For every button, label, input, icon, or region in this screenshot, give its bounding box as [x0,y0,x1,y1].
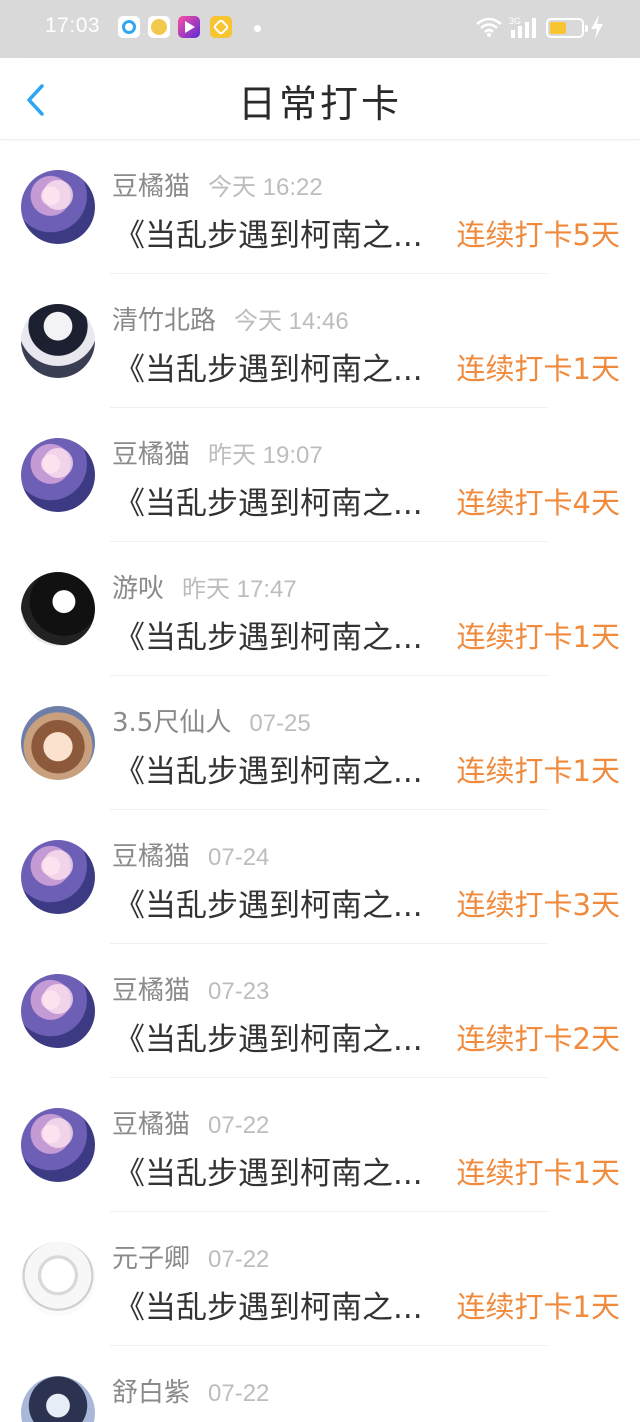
browser-app-icon [118,16,140,38]
checkin-time: 昨天 19:07 [208,442,323,469]
avatar[interactable] [21,706,95,780]
avatar[interactable] [21,974,95,1048]
avatar[interactable] [21,840,95,914]
streak-label: 连续打卡5天 [456,218,620,252]
checkin-row[interactable]: 清竹北路 今天 14:46 《当乱步遇到柯南之... 连续打卡1天 [0,274,640,408]
avatar[interactable] [21,1376,95,1422]
checkin-time: 07-22 [208,1112,270,1139]
network-type-label: 3G [509,16,521,26]
checkin-row[interactable]: 元子卿 07-22 《当乱步遇到柯南之... 连续打卡1天 [0,1212,640,1346]
checkin-row[interactable]: 3.5尺仙人 07-25 《当乱步遇到柯南之... 连续打卡1天 [0,676,640,810]
avatar[interactable] [21,1242,95,1316]
username: 3.5尺仙人 07-25 [112,708,311,738]
streak-label: 连续打卡2天 [456,1022,620,1056]
streak-label: 连续打卡1天 [456,1290,620,1324]
charging-bolt-icon [591,15,603,39]
username: 豆橘猫 昨天 19:07 [112,440,323,470]
streak-label: 连续打卡1天 [456,1156,620,1190]
streak-label: 连续打卡4天 [456,486,620,520]
checkin-time: 07-22 [208,1380,270,1407]
checkin-time: 07-22 [208,1246,270,1273]
streak-label: 连续打卡1天 [456,754,620,788]
username: 豆橘猫 07-23 [112,976,270,1006]
avatar[interactable] [21,438,95,512]
checkin-time: 07-25 [249,710,311,737]
work-title: 《当乱步遇到柯南之... [114,620,423,656]
chevron-left-icon [27,84,44,116]
work-title: 《当乱步遇到柯南之... [114,888,423,924]
status-bar: 17:03 3G [0,0,640,58]
streak-label: 连续打卡1天 [456,620,620,654]
avatar[interactable] [21,1108,95,1182]
checkin-row[interactable]: 豆橘猫 昨天 19:07 《当乱步遇到柯南之... 连续打卡4天 [0,408,640,542]
work-title: 《当乱步遇到柯南之... [114,486,423,522]
checkin-time: 昨天 17:47 [182,576,297,603]
page-title: 日常打卡 [237,82,402,126]
back-button[interactable] [18,80,54,120]
wifi-icon [476,17,502,37]
streak-label: 连续打卡3天 [456,888,620,922]
work-title: 《当乱步遇到柯南之... [114,352,423,388]
username: 豆橘猫 07-24 [112,842,270,872]
checkin-row[interactable]: 游吙 昨天 17:47 《当乱步遇到柯南之... 连续打卡1天 [0,542,640,676]
checkin-time: 今天 14:46 [234,308,349,335]
avatar[interactable] [21,572,95,646]
heart-app-icon [210,16,232,38]
work-title: 《当乱步遇到柯南之... [114,1290,423,1326]
checkin-time: 今天 16:22 [208,174,323,201]
checkin-row[interactable]: 豆橘猫 今天 16:22 《当乱步遇到柯南之... 连续打卡5天 [0,140,640,274]
avatar[interactable] [21,304,95,378]
username: 豆橘猫 今天 16:22 [112,172,323,202]
username: 豆橘猫 07-22 [112,1110,270,1140]
checkin-row[interactable]: 舒白紫 07-22 [0,1346,640,1422]
notification-dot-icon [254,25,261,32]
cellular-signal-icon: 3G [509,16,536,38]
avatar[interactable] [21,170,95,244]
username: 舒白紫 07-22 [112,1378,270,1408]
work-title: 《当乱步遇到柯南之... [114,754,423,790]
username: 元子卿 07-22 [112,1244,270,1274]
video-app-icon [178,16,200,38]
app-header: 日常打卡 [0,58,640,140]
username: 游吙 昨天 17:47 [112,574,297,604]
checkin-row[interactable]: 豆橘猫 07-23 《当乱步遇到柯南之... 连续打卡2天 [0,944,640,1078]
status-time: 17:03 [45,14,101,37]
work-title: 《当乱步遇到柯南之... [114,1156,423,1192]
checkin-time: 07-24 [208,844,270,871]
checkin-list: 豆橘猫 今天 16:22 《当乱步遇到柯南之... 连续打卡5天 清竹北路 今天 1… [0,140,640,1422]
work-title: 《当乱步遇到柯南之... [114,1022,423,1058]
checkin-time: 07-23 [208,978,270,1005]
checkin-row[interactable]: 豆橘猫 07-22 《当乱步遇到柯南之... 连续打卡1天 [0,1078,640,1212]
username: 清竹北路 今天 14:46 [112,306,349,336]
streak-label: 连续打卡1天 [456,352,620,386]
emoji-app-icon [148,16,170,38]
checkin-row[interactable]: 豆橘猫 07-24 《当乱步遇到柯南之... 连续打卡3天 [0,810,640,944]
work-title: 《当乱步遇到柯南之... [114,218,423,254]
battery-icon [546,18,588,38]
